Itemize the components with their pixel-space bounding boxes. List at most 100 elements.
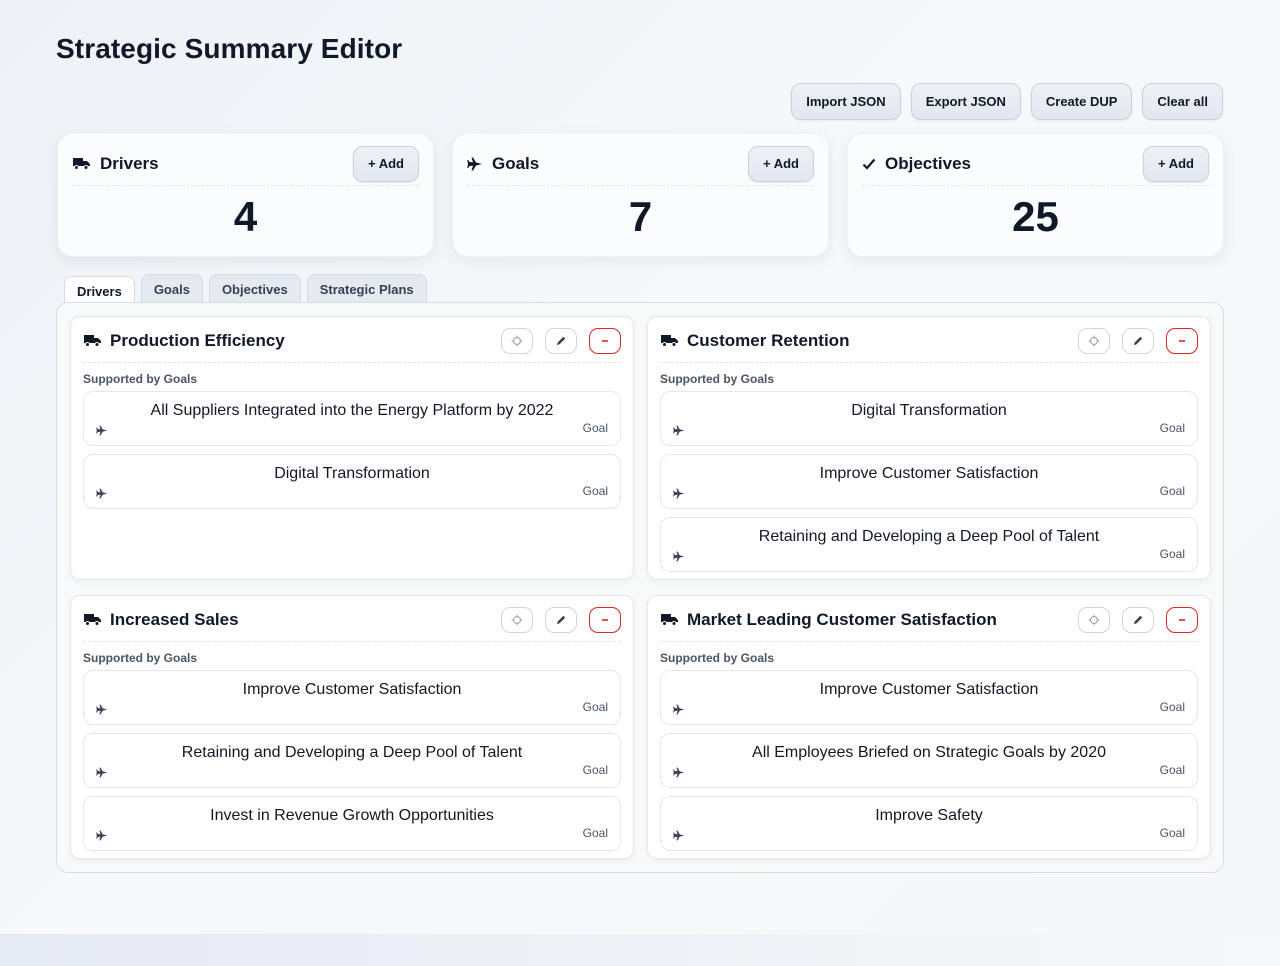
- goal-name: Improve Customer Satisfaction: [819, 465, 1039, 482]
- remove-button[interactable]: [589, 327, 621, 354]
- goal-item[interactable]: Digital Transformation Goal: [83, 454, 621, 509]
- goal-item[interactable]: Retaining and Developing a Deep Pool of …: [83, 733, 621, 788]
- plane-icon: [96, 425, 108, 436]
- section-label: Supported by Goals: [83, 651, 198, 665]
- tab-drivers[interactable]: Drivers: [64, 276, 135, 305]
- goal-item[interactable]: Digital Transformation Goal: [660, 391, 1198, 446]
- add-objective-button[interactable]: + Add: [1143, 145, 1209, 182]
- minus-icon: [600, 615, 610, 625]
- section-label: Supported by Goals: [660, 372, 775, 386]
- tab-bar: Drivers Goals Objectives Strategic Plans: [64, 274, 427, 305]
- goal-list: Improve Customer Satisfaction Goal Retai…: [83, 670, 621, 851]
- goal-list: All Suppliers Integrated into the Energy…: [83, 391, 621, 509]
- goal-item[interactable]: Retaining and Developing a Deep Pool of …: [660, 517, 1198, 572]
- edit-button[interactable]: [1122, 606, 1154, 633]
- target-icon: [1088, 335, 1100, 347]
- goal-item[interactable]: Improve Customer Satisfaction Goal: [660, 454, 1198, 509]
- export-json-button[interactable]: Export JSON: [910, 83, 1021, 120]
- goal-name: Improve Customer Satisfaction: [242, 681, 462, 698]
- target-button[interactable]: [1078, 606, 1110, 633]
- goal-item[interactable]: Improve Customer Satisfaction Goal: [660, 670, 1198, 725]
- edit-button[interactable]: [545, 327, 577, 354]
- driver-name: Market Leading Customer Satisfaction: [687, 609, 997, 629]
- goal-name: Digital Transformation: [851, 402, 1007, 419]
- goal-list: Digital Transformation Goal Improve Cust…: [660, 391, 1198, 572]
- target-icon: [511, 335, 523, 347]
- target-button[interactable]: [501, 327, 533, 354]
- add-goal-button[interactable]: + Add: [748, 145, 814, 182]
- target-button[interactable]: [1078, 327, 1110, 354]
- goal-item[interactable]: Invest in Revenue Growth Opportunities G…: [83, 796, 621, 851]
- create-dup-button[interactable]: Create DUP: [1030, 83, 1133, 120]
- remove-button[interactable]: [1166, 606, 1198, 633]
- bottom-band: [0, 934, 1280, 966]
- plane-icon: [96, 488, 108, 499]
- stat-value: 25: [1012, 193, 1059, 240]
- stats-row: Drivers + Add 4 Goals + Add 7 Objectives: [57, 133, 1224, 257]
- goal-type: Goal: [1159, 826, 1185, 840]
- goal-name: Invest in Revenue Growth Opportunities: [210, 807, 494, 824]
- goal-type: Goal: [582, 421, 608, 435]
- tab-objectives[interactable]: Objectives: [208, 274, 301, 303]
- add-driver-button[interactable]: + Add: [353, 145, 419, 182]
- stat-label: Objectives: [885, 153, 971, 173]
- goal-type: Goal: [1159, 547, 1185, 561]
- truck-icon: [660, 613, 679, 627]
- driver-name: Increased Sales: [110, 609, 239, 629]
- goal-type: Goal: [1159, 484, 1185, 498]
- plane-icon: [96, 704, 108, 715]
- goal-item[interactable]: Improve Safety Goal: [660, 796, 1198, 851]
- driver-card: Production Efficiency Supported by Goals…: [70, 316, 634, 580]
- driver-name: Production Efficiency: [110, 330, 285, 350]
- goal-type: Goal: [1159, 763, 1185, 777]
- goal-item[interactable]: All Suppliers Integrated into the Energy…: [83, 391, 621, 446]
- page-title: Strategic Summary Editor: [56, 33, 403, 64]
- stat-value: 7: [628, 193, 653, 240]
- clear-all-button[interactable]: Clear all: [1142, 83, 1223, 120]
- goal-name: All Suppliers Integrated into the Energy…: [150, 402, 554, 419]
- driver-name: Customer Retention: [687, 330, 850, 350]
- goal-name: Retaining and Developing a Deep Pool of …: [181, 744, 523, 761]
- stat-value: 4: [233, 193, 258, 240]
- import-json-button[interactable]: Import JSON: [791, 83, 901, 120]
- goal-item[interactable]: All Employees Briefed on Strategic Goals…: [660, 733, 1198, 788]
- section-label: Supported by Goals: [660, 651, 775, 665]
- plane-icon: [673, 767, 685, 778]
- driver-card: Market Leading Customer Satisfaction Sup…: [647, 595, 1211, 859]
- plane-icon: [673, 488, 685, 499]
- section-label: Supported by Goals: [83, 372, 198, 386]
- driver-card: Customer Retention Supported by Goals Di…: [647, 316, 1211, 580]
- tab-goals[interactable]: Goals: [140, 274, 203, 303]
- goal-type: Goal: [1159, 700, 1185, 714]
- pencil-icon: [555, 335, 567, 347]
- plane-icon: [673, 830, 685, 841]
- truck-icon: [83, 334, 102, 348]
- stat-label: Goals: [492, 153, 540, 173]
- plane-icon: [673, 704, 685, 715]
- target-button[interactable]: [501, 606, 533, 633]
- goal-type: Goal: [582, 763, 608, 777]
- goal-type: Goal: [582, 700, 608, 714]
- target-icon: [511, 614, 523, 626]
- minus-icon: [1177, 615, 1187, 625]
- remove-button[interactable]: [589, 606, 621, 633]
- plane-icon: [673, 425, 685, 436]
- goal-name: Digital Transformation: [274, 465, 430, 482]
- tab-strategic-plans[interactable]: Strategic Plans: [306, 274, 427, 303]
- edit-button[interactable]: [1122, 327, 1154, 354]
- minus-icon: [1177, 336, 1187, 346]
- pencil-icon: [1132, 335, 1144, 347]
- truck-icon: [83, 613, 102, 627]
- truck-icon: [660, 334, 679, 348]
- driver-card: Increased Sales Supported by Goals Impro…: [70, 595, 634, 859]
- remove-button[interactable]: [1166, 327, 1198, 354]
- stat-card-objectives: Objectives + Add 25: [847, 133, 1224, 257]
- plane-icon: [96, 767, 108, 778]
- toolbar: Import JSON Export JSON Create DUP Clear…: [791, 83, 1223, 120]
- goal-list: Improve Customer Satisfaction Goal All E…: [660, 670, 1198, 851]
- goal-name: Improve Safety: [875, 807, 983, 824]
- goal-item[interactable]: Improve Customer Satisfaction Goal: [83, 670, 621, 725]
- plane-icon: [96, 830, 108, 841]
- edit-button[interactable]: [545, 606, 577, 633]
- check-icon: [862, 157, 876, 171]
